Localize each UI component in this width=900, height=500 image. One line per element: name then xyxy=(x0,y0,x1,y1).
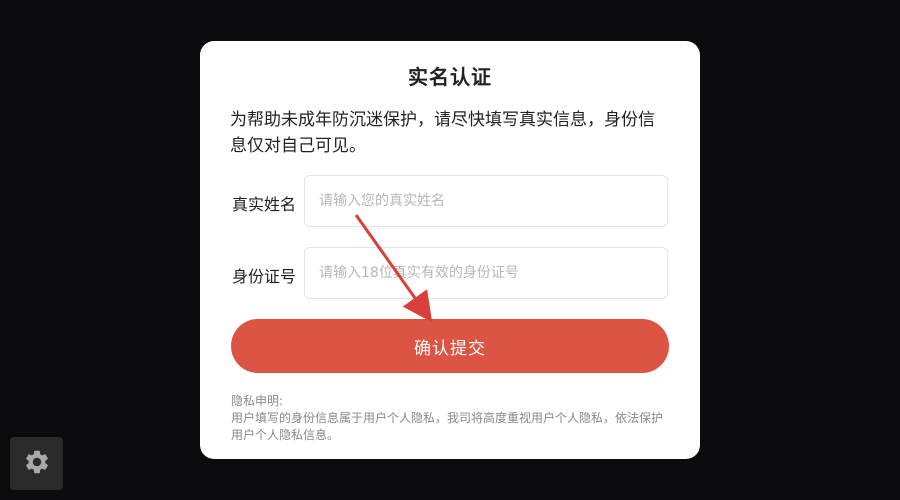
settings-button[interactable] xyxy=(10,437,63,490)
id-label: 身份证号 xyxy=(232,267,297,286)
privacy-text: 用户填写的身份信息属于用户个人隐私，我司将高度重视用户个人隐私，依法保护用户个人… xyxy=(231,411,664,442)
name-input[interactable] xyxy=(305,176,667,226)
dialog-description: 为帮助未成年防沉迷保护，请尽快填写真实信息，身份信息仅对自己可见。 xyxy=(230,110,655,156)
name-label: 真实姓名 xyxy=(232,195,297,214)
dialog-title: 实名认证 xyxy=(408,65,492,89)
id-number-input[interactable] xyxy=(305,248,667,298)
submit-button[interactable]: 确认提交 xyxy=(231,319,669,373)
gear-icon xyxy=(23,448,51,480)
id-field[interactable] xyxy=(304,247,668,299)
privacy-title: 隐私申明: xyxy=(231,394,284,408)
privacy-notice: 隐私申明: 用户填写的身份信息属于用户个人隐私，我司将高度重视用户个人隐私，依法… xyxy=(231,393,671,444)
real-name-auth-dialog: 实名认证 为帮助未成年防沉迷保护，请尽快填写真实信息，身份信息仅对自己可见。 真… xyxy=(200,41,700,459)
name-field[interactable] xyxy=(304,175,668,227)
